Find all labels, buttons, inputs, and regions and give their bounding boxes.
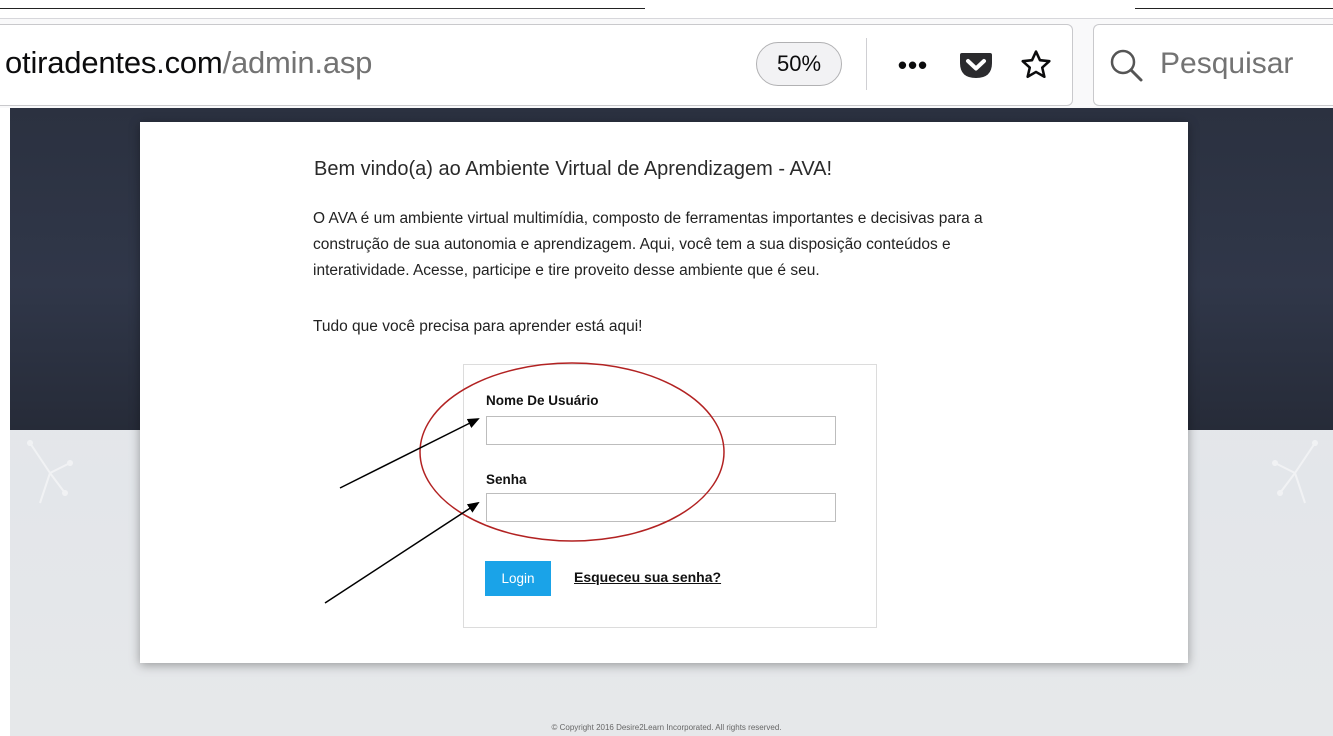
login-card: Bem vindo(a) ao Ambiente Virtual de Apre… — [140, 122, 1188, 663]
search-icon — [1110, 49, 1143, 82]
tab-strip — [0, 0, 1333, 18]
browser-toolbar: otiradentes.com/admin.asp 50% ••• Pesqui… — [0, 18, 1333, 108]
page-content: Bem vindo(a) ao Ambiente Virtual de Apre… — [0, 108, 1333, 736]
username-field[interactable] — [486, 416, 836, 445]
tagline-text: Tudo que você precisa para aprender está… — [313, 318, 643, 335]
zoom-level-button[interactable]: 50% — [756, 42, 842, 86]
url-host: otiradentes.com — [5, 45, 223, 80]
address-bar[interactable]: otiradentes.com/admin.asp 50% ••• — [0, 24, 1073, 106]
login-button[interactable]: Login — [485, 561, 551, 596]
search-placeholder: Pesquisar — [1160, 47, 1294, 80]
page-title: Bem vindo(a) ao Ambiente Virtual de Apre… — [314, 158, 833, 180]
password-label: Senha — [486, 472, 527, 487]
toolbar-separator — [866, 38, 867, 90]
page-actions-menu-icon[interactable]: ••• — [893, 45, 933, 85]
login-form: Nome De Usuário Senha Login Esqueceu sua… — [463, 364, 877, 628]
decor-right-icon — [1272, 440, 1318, 504]
pocket-icon[interactable] — [956, 45, 996, 85]
search-bar[interactable]: Pesquisar — [1093, 24, 1333, 106]
intro-text: O AVA é um ambiente virtual multimídia, … — [313, 210, 983, 279]
forgot-password-link[interactable]: Esqueceu sua senha? — [574, 569, 721, 585]
username-label: Nome De Usuário — [486, 393, 599, 408]
tab-line-left — [0, 8, 645, 9]
address-url[interactable]: otiradentes.com/admin.asp — [5, 45, 372, 81]
tab-line-right — [1135, 8, 1333, 9]
page-left-edge — [0, 108, 10, 736]
password-field[interactable] — [486, 493, 836, 522]
copyright-text: © Copyright 2016 Desire2Learn Incorporat… — [551, 723, 782, 732]
decor-left-icon — [27, 440, 73, 504]
bookmark-star-icon[interactable] — [1016, 45, 1056, 85]
url-path: /admin.asp — [222, 45, 373, 80]
